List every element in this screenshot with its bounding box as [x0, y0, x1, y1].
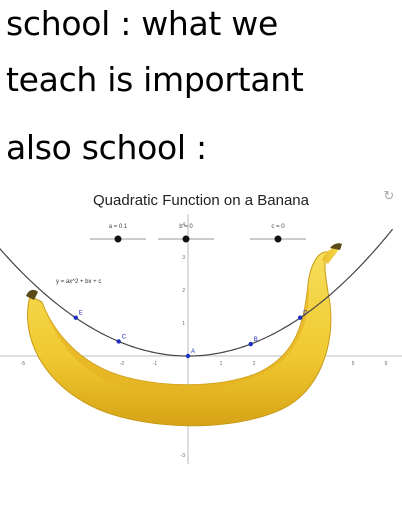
refresh-icon[interactable]: ↻ [382, 190, 396, 204]
y-tick-label: -3 [181, 453, 186, 459]
slider-group [90, 235, 306, 243]
slider-label-b: b = 0 [179, 224, 193, 230]
y-tick-label: 2 [182, 288, 185, 294]
x-tick-label: 5 [352, 361, 355, 367]
caption-line-2: teach is important [6, 60, 304, 99]
x-tick-label: 2 [253, 361, 256, 367]
x-tick-label: -2 [120, 361, 125, 367]
slider-handle[interactable] [182, 235, 190, 243]
caption-line-3: also school : [6, 128, 207, 167]
caption-line-1: school : what we [6, 4, 278, 43]
point-label-b: B [254, 337, 258, 343]
y-tick-label: 1 [182, 321, 185, 327]
point-label-d: D [303, 311, 308, 317]
slider-label-c: c = 0 [271, 224, 285, 230]
slider-handle[interactable] [114, 235, 122, 243]
point-label-e: E [79, 311, 83, 317]
point-c[interactable] [116, 339, 121, 344]
slider-handle[interactable] [274, 235, 282, 243]
point-label-c: C [122, 334, 127, 340]
point-b[interactable] [248, 341, 253, 347]
point-d[interactable] [298, 315, 303, 320]
graph-title: Quadratic Function on a Banana [93, 192, 309, 209]
slider-label-a: a = 0.1 [108, 224, 128, 230]
x-tick-label: -1 [153, 361, 158, 367]
y-tick-label: 3 [182, 255, 185, 261]
point-label-a: A [191, 349, 195, 355]
banana-image [26, 243, 342, 427]
point-a[interactable] [185, 353, 191, 359]
x-tick-label: -5 [21, 361, 26, 367]
x-tick-label: 1 [220, 361, 223, 367]
point-e[interactable] [73, 315, 79, 320]
graph-panel: -5-4-3-2-11234564321-1-2-3 ABCDE Quadrat… [0, 184, 402, 464]
x-tick-label: 6 [385, 361, 388, 367]
equation-label: y = ax^2 + bx + c [56, 279, 102, 285]
graph-canvas: -5-4-3-2-11234564321-1-2-3 ABCDE [0, 214, 402, 464]
